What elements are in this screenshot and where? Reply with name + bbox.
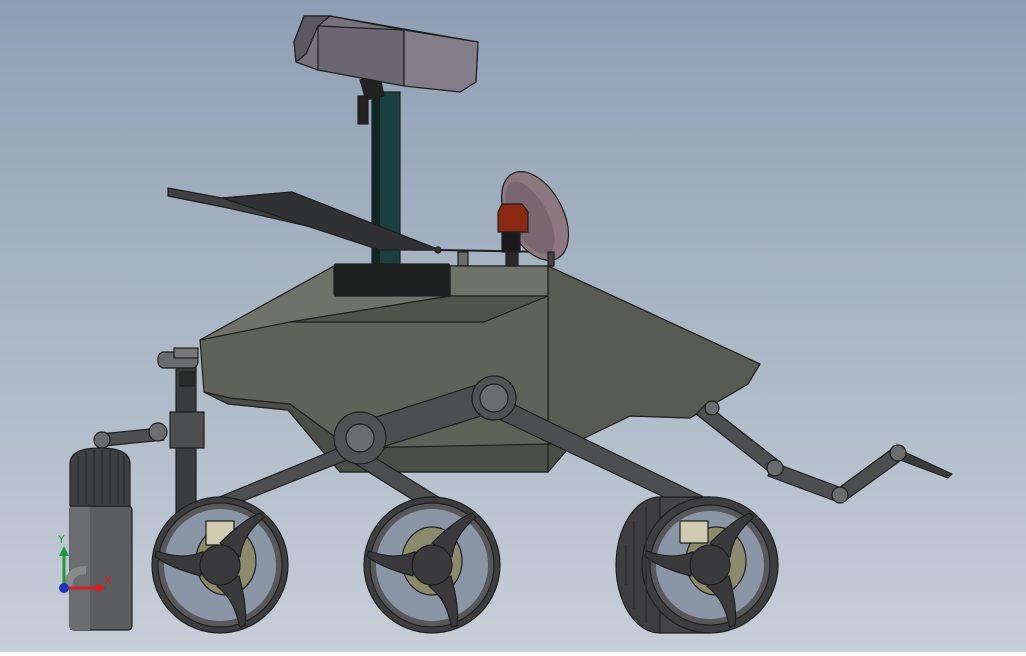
- wheel-middle[interactable]: [363, 496, 501, 634]
- wheel-front[interactable]: [615, 496, 779, 634]
- wheel-rear[interactable]: [151, 496, 289, 634]
- cad-viewport[interactable]: X Y: [0, 0, 1026, 652]
- sample-canister[interactable]: [69, 447, 133, 631]
- y-axis-label: Y: [57, 533, 65, 546]
- x-axis-label: X: [104, 574, 112, 587]
- z-axis-dot: [59, 583, 69, 593]
